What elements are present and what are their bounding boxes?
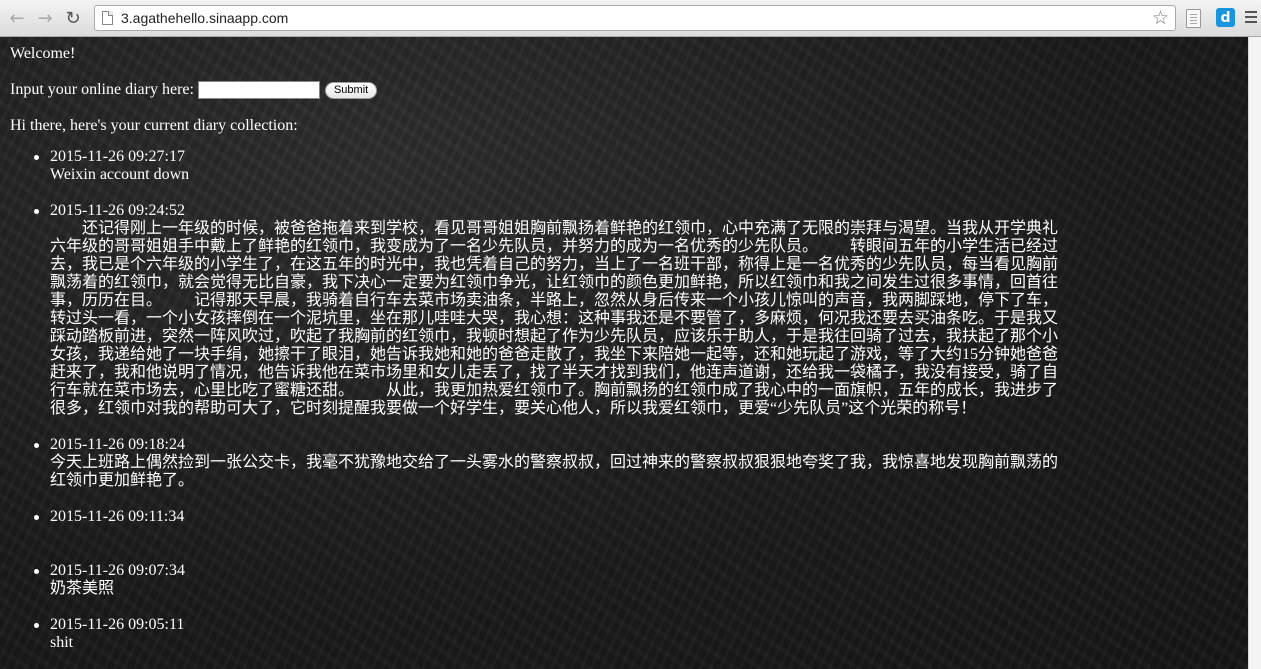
entry-text: 奶茶美照 bbox=[50, 580, 115, 597]
entry-timestamp: 2015-11-26 09:05:11 bbox=[50, 616, 185, 633]
diary-entry: 2015-11-26 09:24:52 还记得刚上一年级的时候，被爸爸拖着来到学… bbox=[34, 202, 1062, 418]
diary-input[interactable] bbox=[197, 81, 320, 99]
entry-timestamp: 2015-11-26 09:27:17 bbox=[50, 148, 185, 165]
entry-text: Weixin account down bbox=[50, 166, 190, 183]
submit-button[interactable]: Submit bbox=[324, 81, 378, 99]
entry-timestamp: 2015-11-26 09:11:34 bbox=[50, 508, 185, 525]
page-content: Welcome! Input your online diary here: S… bbox=[0, 37, 1248, 669]
diary-list: 2015-11-26 09:27:17 Weixin account down … bbox=[34, 148, 1062, 669]
diary-entry: 2015-11-26 09:11:34 bbox=[34, 508, 1062, 544]
entry-text: shit bbox=[50, 634, 74, 651]
diary-entry: 2015-11-26 09:27:17 Weixin account down bbox=[34, 148, 1062, 184]
diary-entry: 2015-11-26 09:18:24 今天上班路上偶然捡到一张公交卡，我毫不犹… bbox=[34, 436, 1062, 490]
forward-arrow-icon[interactable]: → bbox=[34, 7, 56, 29]
entry-timestamp: 2015-11-26 09:18:24 bbox=[50, 436, 185, 453]
diary-entry: 2015-11-26 09:05:11 shit bbox=[34, 616, 1062, 652]
welcome-text: Welcome! bbox=[10, 45, 76, 62]
address-url[interactable]: 3.agathehello.sinaapp.com bbox=[121, 10, 288, 26]
entry-text: 今天上班路上偶然捡到一张公交卡，我毫不犹豫地交给了一头雾水的警察叔叔，回过神来的… bbox=[50, 454, 1059, 489]
diary-input-label: Input your online diary here: bbox=[10, 81, 194, 98]
collection-intro: Hi there, here's your current diary coll… bbox=[10, 117, 298, 134]
document-extension-icon[interactable] bbox=[1186, 9, 1201, 28]
diary-form: Input your online diary here: Submit bbox=[10, 81, 378, 99]
extension-d-icon[interactable]: d bbox=[1216, 8, 1235, 27]
diary-entry: 2015-11-26 09:07:34 奶茶美照 bbox=[34, 562, 1062, 598]
entry-text: 还记得刚上一年级的时候，被爸爸拖着来到学校，看见哥哥姐姐胸前飘扬着鲜艳的红领巾，… bbox=[50, 220, 1059, 417]
address-bar[interactable]: 3.agathehello.sinaapp.com ☆ bbox=[94, 5, 1176, 31]
menu-icon[interactable] bbox=[1245, 11, 1257, 13]
back-arrow-icon[interactable]: ← bbox=[6, 7, 28, 29]
entry-timestamp: 2015-11-26 09:07:34 bbox=[50, 562, 185, 579]
reload-icon[interactable]: ↻ bbox=[62, 7, 84, 29]
page-icon bbox=[102, 11, 113, 25]
bookmark-star-icon[interactable]: ☆ bbox=[1152, 7, 1169, 29]
browser-toolbar: ← → ↻ 3.agathehello.sinaapp.com ☆ d bbox=[0, 0, 1261, 37]
vertical-scrollbar[interactable] bbox=[1248, 37, 1261, 669]
entry-text bbox=[50, 526, 1062, 544]
entry-timestamp: 2015-11-26 09:24:52 bbox=[50, 202, 185, 219]
